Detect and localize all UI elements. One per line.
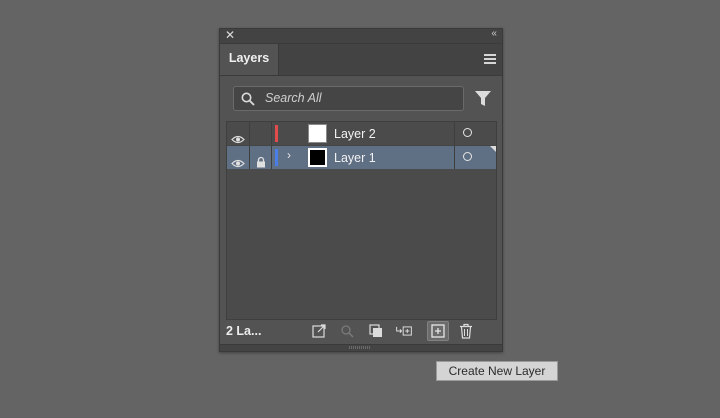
layer-thumbnail bbox=[308, 124, 327, 143]
eye-icon[interactable] bbox=[231, 152, 245, 175]
trash-icon[interactable] bbox=[457, 323, 475, 339]
export-icon[interactable] bbox=[310, 323, 328, 339]
tab-layers[interactable]: Layers bbox=[220, 44, 279, 75]
close-icon[interactable]: ✕ bbox=[225, 28, 235, 42]
target-circle-icon[interactable] bbox=[463, 152, 472, 161]
panel-menu-icon[interactable] bbox=[484, 54, 496, 64]
collapse-icon[interactable]: ‹‹ bbox=[491, 28, 497, 39]
locate-object-icon[interactable] bbox=[339, 323, 357, 339]
selection-indicator-icon bbox=[490, 146, 496, 152]
create-new-layer-button[interactable] bbox=[427, 321, 449, 341]
search-input[interactable]: Search All bbox=[233, 86, 464, 111]
create-sublayer-icon[interactable] bbox=[395, 323, 413, 339]
panel-footer: 2 La... bbox=[220, 320, 502, 344]
layer-count: 2 La... bbox=[226, 324, 262, 338]
lock-icon[interactable] bbox=[255, 151, 267, 174]
layer-row-selected[interactable]: › Layer 1 bbox=[227, 146, 496, 169]
panel-titlebar: ✕ ‹‹ bbox=[220, 28, 502, 44]
layer-name[interactable]: Layer 1 bbox=[334, 151, 376, 165]
panel-tabbar: Layers bbox=[220, 44, 502, 76]
create-new-layer-icon bbox=[431, 324, 445, 338]
layers-panel: ✕ ‹‹ Layers Search All Layer 2 › Layer 1… bbox=[219, 28, 503, 352]
layer-row[interactable]: Layer 2 bbox=[227, 122, 496, 146]
layer-name[interactable]: Layer 2 bbox=[334, 127, 376, 141]
layer-color-bar bbox=[275, 125, 278, 142]
layer-color-bar bbox=[275, 149, 278, 166]
tooltip: Create New Layer bbox=[436, 361, 558, 381]
expand-chevron-icon[interactable]: › bbox=[287, 148, 291, 162]
make-clipping-mask-icon[interactable] bbox=[367, 323, 385, 339]
layer-thumbnail bbox=[308, 148, 327, 167]
search-icon bbox=[241, 92, 255, 106]
search-placeholder: Search All bbox=[265, 91, 322, 105]
filter-icon[interactable] bbox=[474, 90, 492, 107]
layers-list: Layer 2 › Layer 1 bbox=[226, 121, 497, 320]
target-circle-icon[interactable] bbox=[463, 128, 472, 137]
resize-grip[interactable] bbox=[220, 344, 502, 351]
